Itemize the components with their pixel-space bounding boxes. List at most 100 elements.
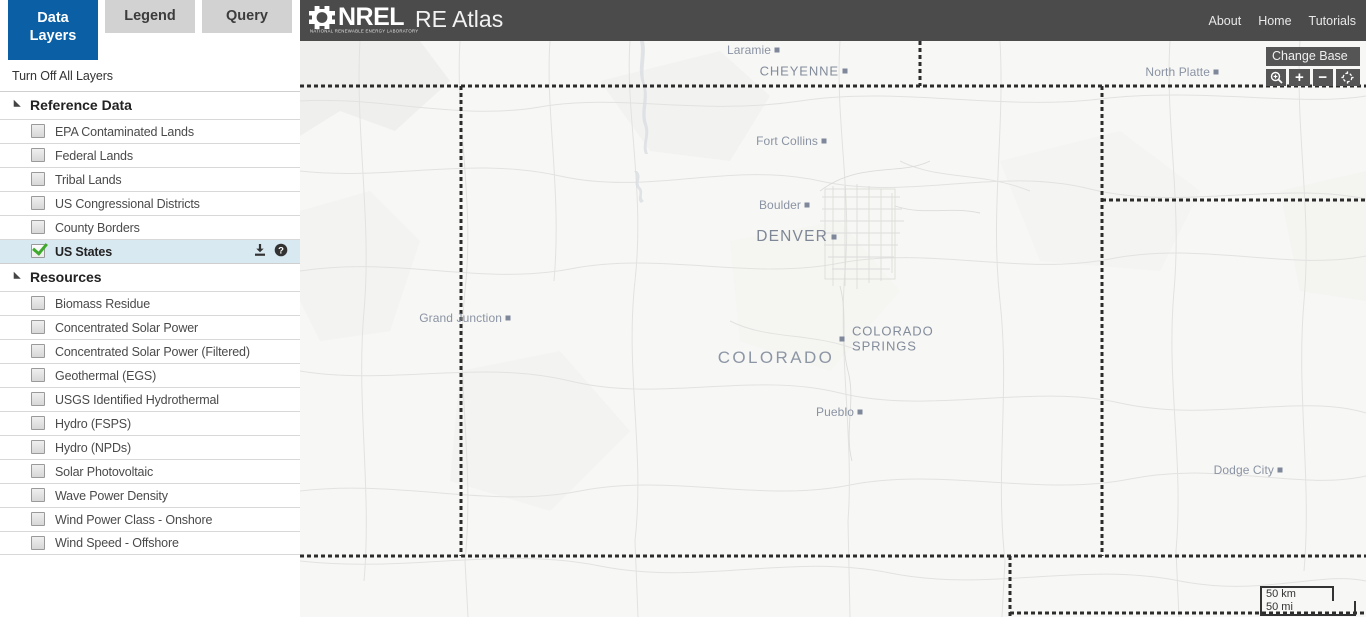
layer-row-biomass-residue[interactable]: Biomass Residue — [0, 291, 300, 315]
sidebar-panel: Data Layers Legend Query Turn Off All La… — [0, 0, 300, 617]
layer-checkbox[interactable] — [31, 344, 45, 358]
city-marker-dot — [1213, 69, 1219, 75]
layer-checkbox[interactable] — [31, 172, 45, 186]
scale-bar-metric: 50 km — [1260, 586, 1334, 601]
city-marker-dot — [1277, 467, 1283, 473]
scale-bar-imperial: 50 mi — [1260, 601, 1356, 616]
layer-row-county-borders[interactable]: County Borders — [0, 215, 300, 239]
layer-row-wind-speed-offshore[interactable]: Wind Speed - Offshore — [0, 531, 300, 555]
layer-checkbox[interactable] — [31, 464, 45, 478]
panel-tab-bar: Data Layers Legend Query — [0, 0, 300, 60]
tab-data-layers[interactable]: Data Layers — [8, 0, 98, 60]
layer-checkbox[interactable] — [31, 536, 45, 550]
layer-label: Solar Photovoltaic — [55, 464, 154, 479]
city-label-line2: SPRINGS — [852, 338, 917, 353]
layer-checkbox[interactable] — [31, 244, 45, 258]
nrel-mark-icon — [309, 6, 335, 29]
download-icon[interactable] — [253, 243, 267, 257]
layer-row-us-states[interactable]: US States? — [0, 239, 300, 263]
city-label: Dodge City — [1213, 463, 1274, 477]
zoom-out-glyph: − — [1318, 69, 1328, 86]
nrel-logo[interactable]: NREL NATIONAL RENEWABLE ENERGY LABORATOR… — [309, 3, 418, 35]
layer-label: Biomass Residue — [55, 296, 151, 311]
map-canvas[interactable]: COLORADO Laramie CHEYENNE North Platte Fort … — [300, 41, 1366, 617]
zoom-in-icon[interactable]: + — [1289, 69, 1310, 86]
layer-group-reference-data[interactable]: Reference Data — [0, 91, 300, 119]
city-label-line1: COLORADO — [852, 323, 934, 339]
svg-text:?: ? — [278, 245, 284, 256]
map-controls: Change Base + − — [1266, 47, 1360, 86]
layer-checkbox[interactable] — [31, 320, 45, 334]
layer-checkbox[interactable] — [31, 368, 45, 382]
city-marker-dot — [857, 409, 863, 415]
locate-icon[interactable] — [1335, 69, 1360, 86]
city-label: Pueblo — [816, 405, 854, 419]
layer-checkbox[interactable] — [31, 440, 45, 454]
layer-checkbox[interactable] — [31, 148, 45, 162]
layer-row-wave-power-density[interactable]: Wave Power Density — [0, 483, 300, 507]
layer-row-tribal-lands[interactable]: Tribal Lands — [0, 167, 300, 191]
layer-row-wind-power-class-onshore[interactable]: Wind Power Class - Onshore — [0, 507, 300, 531]
layer-label: US Congressional Districts — [55, 196, 200, 211]
layer-group-label: Resources — [30, 269, 102, 285]
layer-row-us-congressional-districts[interactable]: US Congressional Districts — [0, 191, 300, 215]
layer-row-concentrated-solar-power[interactable]: Concentrated Solar Power — [0, 315, 300, 339]
layer-row-epa-contaminated-lands[interactable]: EPA Contaminated Lands — [0, 119, 300, 143]
layer-checkbox[interactable] — [31, 512, 45, 526]
layer-checkbox[interactable] — [31, 416, 45, 430]
re-atlas-app: Data Layers Legend Query Turn Off All La… — [0, 0, 1366, 617]
layer-row-geothermal-egs[interactable]: Geothermal (EGS) — [0, 363, 300, 387]
nav-link-home[interactable]: Home — [1258, 14, 1291, 28]
layer-checkbox[interactable] — [31, 296, 45, 310]
layer-checkbox[interactable] — [31, 196, 45, 210]
nrel-tagline: NATIONAL RENEWABLE ENERGY LABORATORY — [310, 28, 419, 34]
layer-label: Hydro (NPDs) — [55, 440, 131, 455]
layer-tree: Reference Data EPA Contaminated Lands Fede… — [0, 91, 300, 555]
layer-label: Hydro (FSPS) — [55, 416, 131, 431]
layer-row-hydro-fsps[interactable]: Hydro (FSPS) — [0, 411, 300, 435]
zoom-box-icon[interactable] — [1266, 69, 1287, 86]
city-label: CHEYENNE — [759, 63, 839, 79]
collapse-caret-icon[interactable] — [10, 99, 21, 111]
map-basemap — [300, 41, 1366, 617]
layer-row-usgs-identified-hydrothermal[interactable]: USGS Identified Hydrothermal — [0, 387, 300, 411]
layer-label: Concentrated Solar Power — [55, 320, 199, 335]
layer-row-hydro-npds[interactable]: Hydro (NPDs) — [0, 435, 300, 459]
layer-label: US States — [55, 244, 113, 259]
change-base-button[interactable]: Change Base — [1266, 47, 1360, 66]
scale-bar: 50 km 50 mi — [1260, 586, 1356, 616]
help-icon[interactable]: ? — [274, 243, 288, 257]
layer-label: Tribal Lands — [55, 172, 122, 187]
layer-row-concentrated-solar-power-filtered[interactable]: Concentrated Solar Power (Filtered) — [0, 339, 300, 363]
layer-checkbox[interactable] — [31, 124, 45, 138]
layer-label: Wind Speed - Offshore — [55, 536, 179, 550]
layer-label: Concentrated Solar Power (Filtered) — [55, 344, 250, 359]
nav-link-about[interactable]: About — [1209, 14, 1242, 28]
layer-row-federal-lands[interactable]: Federal Lands — [0, 143, 300, 167]
tab-legend[interactable]: Legend — [105, 0, 195, 33]
layer-label: EPA Contaminated Lands — [55, 124, 194, 139]
turn-off-all-layers-link[interactable]: Turn Off All Layers — [0, 60, 300, 91]
city-label: Fort Collins — [756, 134, 818, 148]
zoom-box-glyph — [1270, 71, 1283, 84]
city-marker-dot — [839, 336, 845, 342]
locate-glyph — [1341, 71, 1355, 84]
city-label: DENVER — [756, 228, 828, 245]
nav-link-tutorials[interactable]: Tutorials — [1309, 14, 1356, 28]
state-label: COLORADO — [717, 348, 835, 367]
layer-row-solar-photovoltaic[interactable]: Solar Photovoltaic — [0, 459, 300, 483]
city-label: Boulder — [758, 198, 801, 212]
city-marker-dot — [821, 138, 827, 144]
city-marker-dot — [804, 202, 810, 208]
app-header: NREL NATIONAL RENEWABLE ENERGY LABORATOR… — [300, 0, 1366, 41]
layer-checkbox[interactable] — [31, 392, 45, 406]
tab-query[interactable]: Query — [202, 0, 292, 33]
page-title: RE Atlas — [415, 6, 504, 32]
layer-group-resources[interactable]: Resources — [0, 263, 300, 291]
layer-checkbox[interactable] — [31, 488, 45, 502]
city-label: Laramie — [726, 43, 771, 57]
layer-checkbox[interactable] — [31, 220, 45, 234]
zoom-out-icon[interactable]: − — [1312, 69, 1333, 86]
city-marker-dot — [831, 234, 837, 240]
collapse-caret-icon[interactable] — [10, 271, 21, 283]
